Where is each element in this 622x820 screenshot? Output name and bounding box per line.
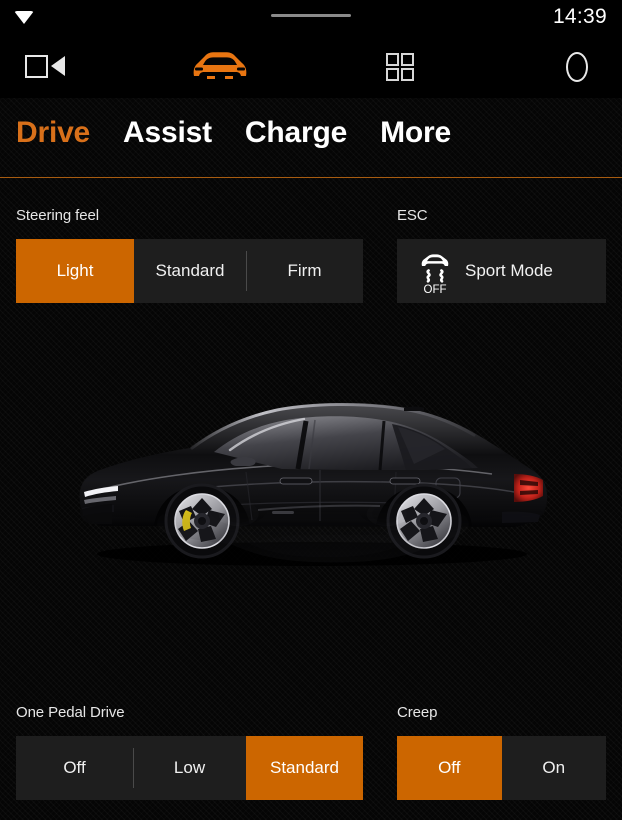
profile-button[interactable]: [542, 36, 612, 98]
nav-bar: [0, 36, 622, 98]
vehicle-illustration-stage: [0, 315, 622, 700]
opd-option-standard[interactable]: Standard: [246, 736, 363, 800]
profile-icon: [566, 52, 588, 82]
one-pedal-drive-segmented-control: Off Low Standard: [16, 736, 363, 800]
apps-button[interactable]: [360, 36, 440, 98]
creep-option-off[interactable]: Off: [397, 736, 502, 800]
tab-bar: Drive Assist Charge More: [0, 98, 622, 178]
tab-more[interactable]: More: [380, 116, 451, 150]
apps-grid-icon: [386, 53, 414, 81]
one-pedal-drive-label: One Pedal Drive: [16, 704, 125, 721]
esc-sport-mode-label: Sport Mode: [465, 261, 553, 280]
tab-assist[interactable]: Assist: [123, 116, 212, 150]
esc-sport-mode-button[interactable]: OFF Sport Mode: [397, 239, 606, 303]
steering-option-standard[interactable]: Standard: [134, 239, 246, 303]
status-bar: 14:39: [0, 0, 622, 36]
esc-label: ESC: [397, 207, 428, 224]
creep-segmented-control: Off On: [397, 736, 606, 800]
opd-option-low[interactable]: Low: [133, 736, 246, 800]
opd-option-off[interactable]: Off: [16, 736, 133, 800]
car-icon: [191, 50, 249, 85]
steering-feel-label: Steering feel: [16, 207, 99, 224]
esc-off-icon: OFF: [415, 249, 455, 295]
steering-option-firm[interactable]: Firm: [246, 239, 363, 303]
steering-feel-segmented-control: Light Standard Firm: [16, 239, 363, 303]
infotainment-screen: 14:39 Drive Assist Charge More Steering …: [0, 0, 622, 820]
drag-handle[interactable]: [271, 14, 351, 17]
tab-charge[interactable]: Charge: [245, 116, 347, 150]
tab-drive[interactable]: Drive: [16, 116, 90, 150]
steering-option-light[interactable]: Light: [16, 239, 134, 303]
clock: 14:39: [552, 5, 607, 28]
car-button[interactable]: [180, 36, 260, 98]
wifi-icon: [14, 11, 34, 24]
media-icon: [25, 54, 67, 80]
esc-off-text: OFF: [424, 284, 447, 295]
vehicle-side-view: [62, 390, 562, 570]
creep-label: Creep: [397, 704, 438, 721]
media-button[interactable]: [6, 36, 86, 98]
creep-option-on[interactable]: On: [502, 736, 607, 800]
